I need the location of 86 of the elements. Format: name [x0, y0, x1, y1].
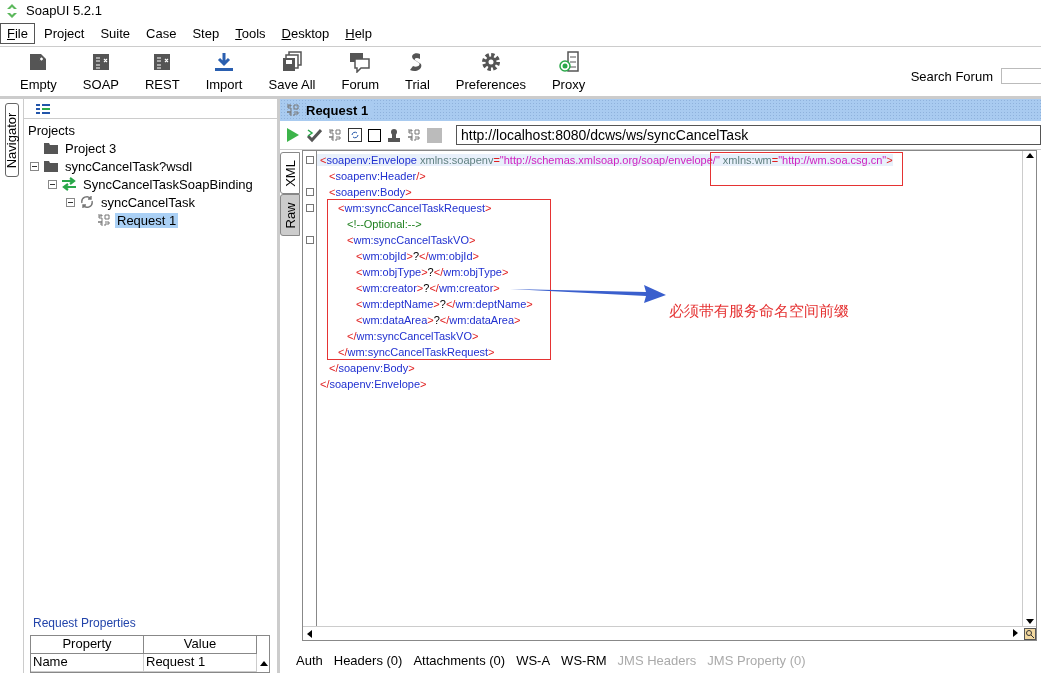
panel-title: Request Properties — [32, 616, 137, 632]
code-line: <soapenv:Header/> — [328, 170, 426, 182]
refresh-icon[interactable] — [348, 128, 362, 142]
collapse-icon[interactable] — [66, 197, 75, 207]
settings-icon — [479, 51, 502, 73]
check-icon[interactable] — [306, 127, 322, 143]
code-line: <wm:objId>?</wm:objId> — [355, 250, 479, 262]
tree-root[interactable]: Projects — [26, 122, 77, 138]
editor-tab[interactable]: Raw — [280, 194, 300, 236]
toolbar-button[interactable]: Forum — [341, 51, 380, 92]
annotation-text: 必须带有服务命名空间前缀 — [669, 302, 849, 321]
bottom-tab[interactable]: Headers (0) — [333, 652, 403, 668]
menu-item[interactable]: Project — [36, 23, 92, 44]
request-title: Request 1 — [306, 102, 375, 118]
toolbar-button[interactable]: Save All — [268, 51, 316, 92]
column-header: Value — [144, 636, 257, 654]
code-line: <wm:dataArea>?</wm:dataArea> — [355, 314, 521, 326]
collapse-icon[interactable] — [48, 179, 57, 189]
soap-icon — [407, 128, 421, 142]
code-line: <!--Optional:--> — [346, 218, 422, 230]
code-line: </soapenv:Envelope> — [319, 378, 427, 390]
bottom-tab[interactable]: WS-RM — [561, 652, 607, 668]
list-view-icon[interactable] — [36, 103, 50, 114]
play-icon[interactable] — [286, 127, 300, 143]
toolbar-button[interactable]: Preferences — [455, 51, 526, 92]
tree-item[interactable]: Project 3 — [63, 140, 119, 156]
soap-icon — [97, 213, 111, 227]
soap-icon — [328, 128, 342, 142]
soap-icon — [286, 103, 300, 117]
menu-item[interactable]: Desktop — [274, 23, 337, 44]
menu-item[interactable]: File — [0, 23, 35, 44]
checkbox-icon[interactable] — [368, 128, 381, 142]
code-line: <wm:objType>?</wm:objType> — [355, 266, 509, 278]
toolbar-button[interactable]: Proxy — [551, 51, 586, 92]
code-line: </soapenv:Body> — [328, 362, 415, 374]
fold-marker-icon[interactable] — [306, 236, 314, 244]
url-field[interactable]: http://localhost:8080/dcws/ws/syncCancelTask — [456, 125, 1041, 145]
code-line: <wm:deptName>?</wm:deptName> — [355, 298, 533, 310]
tree-item[interactable]: Request 1 — [115, 212, 179, 228]
folder-icon — [43, 141, 59, 155]
search-field[interactable] — [1001, 68, 1041, 84]
folder-icon — [43, 159, 59, 173]
bottom-tab[interactable]: Auth — [296, 652, 323, 668]
refresh-icon — [79, 195, 95, 209]
menu-item[interactable]: Step — [185, 23, 227, 44]
scroll-down-icon[interactable] — [1024, 616, 1035, 626]
fold-marker-icon[interactable] — [306, 156, 314, 164]
navigator-tab[interactable]: Navigator — [4, 103, 19, 177]
menu-item[interactable]: Suite — [93, 23, 138, 44]
download-icon — [213, 51, 236, 73]
column-header: Property — [31, 636, 144, 654]
bottom-tab[interactable]: WS-A — [516, 652, 551, 668]
menu-item[interactable]: Help — [338, 23, 379, 44]
collapse-icon[interactable] — [30, 161, 39, 171]
exchange-icon — [61, 177, 77, 191]
toolbar-button[interactable]: REST — [144, 51, 180, 92]
editor-tab[interactable]: XML — [280, 152, 300, 194]
window-title: SoapUI 5.2.1 — [26, 3, 102, 18]
tree-item[interactable]: syncCancelTask — [99, 194, 197, 210]
scroll-up-icon[interactable] — [1024, 151, 1035, 161]
scroll-right-icon[interactable] — [1010, 627, 1020, 638]
tree-item[interactable]: SyncCancelTaskSoapBinding — [81, 176, 255, 192]
proxy-icon — [557, 51, 580, 73]
code-line: </wm:syncCancelTaskRequest> — [337, 346, 495, 358]
bottom-tab[interactable]: Attachments (0) — [413, 652, 506, 668]
table-cell: Name — [31, 654, 144, 672]
save-all-icon — [280, 51, 303, 73]
code-line: </wm:syncCancelTaskVO> — [346, 330, 479, 342]
search-label: Search Forum — [910, 68, 993, 84]
chat-icon — [349, 51, 372, 73]
toolbar-button[interactable]: Empty — [20, 51, 57, 92]
zoom-icon[interactable] — [1024, 627, 1036, 640]
toolbar-button[interactable]: SOAP — [82, 51, 119, 92]
stamp-icon[interactable] — [387, 127, 401, 143]
code-line: <wm:creator>?</wm:creator> — [355, 282, 500, 294]
toolbar-button[interactable]: Trial — [405, 51, 430, 92]
code-line: <soapenv:Body> — [328, 186, 412, 198]
toolbar-button[interactable]: Import — [205, 51, 243, 92]
table-cell: Request 1 — [144, 654, 257, 672]
menu-item[interactable]: Case — [139, 23, 184, 44]
menu-item[interactable]: Tools — [228, 23, 273, 44]
tree-item[interactable]: syncCancelTask?wsdl — [63, 158, 195, 174]
fold-marker-icon[interactable] — [306, 188, 314, 196]
code-line: <wm:syncCancelTaskVO> — [346, 234, 476, 246]
code-line: <wm:syncCancelTaskRequest> — [337, 202, 492, 214]
fold-marker-icon[interactable] — [306, 204, 314, 212]
